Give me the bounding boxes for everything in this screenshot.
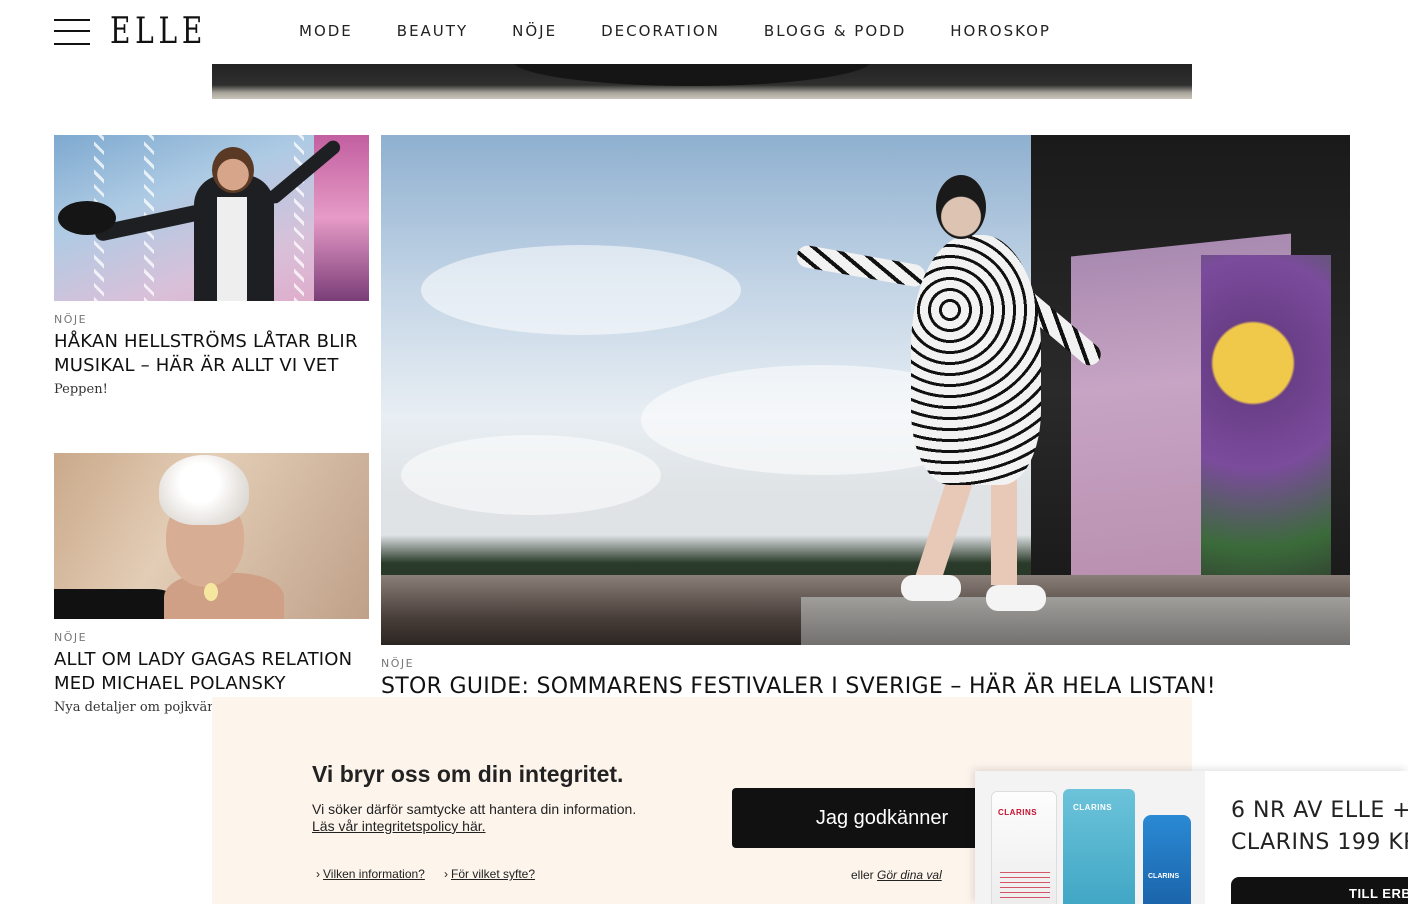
article-title[interactable]: HÅKAN HELLSTRÖMS LÅTAR BLIR MUSIKAL – HÄ… (54, 330, 369, 378)
nav-item-blogg-podd[interactable]: BLOGG & PODD (764, 20, 906, 44)
article-category[interactable]: NÖJE (54, 313, 369, 326)
article-category[interactable]: NÖJE (54, 631, 369, 644)
nav-item-mode[interactable]: MODE (299, 20, 353, 44)
customize-link[interactable]: Gör dina val (877, 868, 942, 882)
article-title[interactable]: ALLT OM LADY GAGAS RELATION MED MICHAEL … (54, 648, 369, 696)
hero-image[interactable] (212, 64, 1192, 99)
ad-headline: 6 NR AV ELLE + H CLARINS 199 KR (1231, 798, 1408, 855)
article-card[interactable]: NÖJE ALLT OM LADY GAGAS RELATION MED MIC… (54, 453, 369, 715)
consent-description: Vi söker därför samtycke att hantera din… (312, 801, 637, 817)
feature-image[interactable] (381, 135, 1350, 645)
nav-item-beauty[interactable]: BEAUTY (397, 20, 468, 44)
performer (795, 175, 1106, 611)
privacy-policy-link[interactable]: Läs vår integritetspolicy här. (312, 818, 486, 834)
feature-category[interactable]: NÖJE (381, 657, 414, 670)
nav-item-decoration[interactable]: DECORATION (601, 20, 720, 44)
site-logo[interactable]: ELLE (110, 12, 207, 52)
ad-cta-button[interactable]: TILL ERB (1231, 877, 1408, 904)
article-card[interactable]: NÖJE HÅKAN HELLSTRÖMS LÅTAR BLIR MUSIKAL… (54, 135, 369, 397)
site-header: ELLE MODE BEAUTY NÖJE DECORATION BLOGG &… (0, 0, 1408, 64)
product-image: CLARINS CLARINS CLARINS (975, 771, 1205, 904)
menu-icon-bar (54, 43, 90, 45)
article-subtitle: Peppen! (54, 382, 108, 397)
consent-alternative: eller Gör dina val (851, 868, 942, 882)
feature-title[interactable]: STOR GUIDE: SOMMARENS FESTIVALER I SVERI… (381, 674, 1216, 699)
consent-heading: Vi bryr oss om din integritet. (312, 761, 624, 787)
chevron-right-icon: › (444, 867, 448, 881)
menu-icon-bar (54, 19, 90, 21)
article-image[interactable] (54, 135, 369, 301)
which-information-link[interactable]: › Vilken information? (316, 867, 425, 881)
subscription-ad[interactable]: CLARINS CLARINS CLARINS 6 NR AV ELLE + H… (975, 771, 1408, 904)
chevron-right-icon: › (316, 867, 320, 881)
menu-icon[interactable] (54, 18, 90, 46)
nav-item-noje[interactable]: NÖJE (512, 20, 557, 44)
main-nav: MODE BEAUTY NÖJE DECORATION BLOGG & PODD… (299, 20, 1095, 44)
article-image[interactable] (54, 453, 369, 619)
nav-item-horoskop[interactable]: HOROSKOP (950, 20, 1051, 44)
which-purpose-link[interactable]: › För vilket syfte? (444, 867, 535, 881)
menu-icon-bar (54, 30, 90, 32)
